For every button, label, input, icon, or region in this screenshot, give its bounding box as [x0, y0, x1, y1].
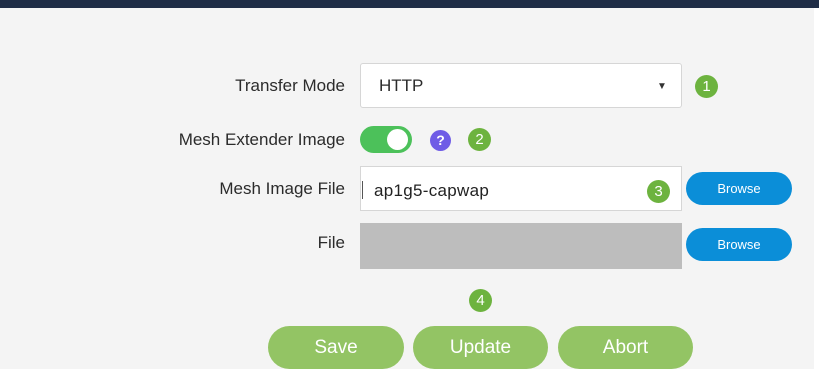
callout-badge-4: 4	[469, 289, 492, 312]
mesh-image-file-input[interactable]: ap1g5-capwap	[360, 166, 682, 211]
callout-badge-3: 3	[647, 180, 670, 203]
mesh-image-browse-button[interactable]: Browse	[686, 172, 792, 205]
file-input[interactable]	[360, 223, 682, 269]
caret-down-icon: ▼	[657, 81, 667, 92]
mesh-image-file-value: ap1g5-capwap	[374, 181, 490, 200]
text-caret	[362, 181, 363, 199]
transfer-mode-value: HTTP	[379, 76, 424, 95]
callout-badge-1: 1	[695, 75, 718, 98]
mesh-extender-image-label: Mesh Extender Image	[178, 130, 345, 149]
file-browse-button[interactable]: Browse	[686, 228, 792, 261]
transfer-mode-select[interactable]: HTTP ▼	[360, 63, 682, 108]
toggle-knob	[387, 129, 408, 150]
page: Transfer Mode HTTP ▼ 1 Mesh Extender Ima…	[0, 0, 819, 369]
mesh-image-file-label: Mesh Image File	[219, 179, 345, 198]
abort-button[interactable]: Abort	[558, 326, 693, 369]
right-edge	[814, 8, 819, 369]
update-button[interactable]: Update	[413, 326, 548, 369]
file-label: File	[317, 233, 345, 252]
header-bar	[0, 0, 819, 8]
mesh-extender-image-toggle[interactable]	[360, 126, 412, 153]
save-button[interactable]: Save	[268, 326, 404, 369]
question-circle-icon[interactable]: ?	[430, 130, 451, 151]
transfer-mode-label: Transfer Mode	[235, 76, 345, 95]
callout-badge-2: 2	[468, 128, 491, 151]
